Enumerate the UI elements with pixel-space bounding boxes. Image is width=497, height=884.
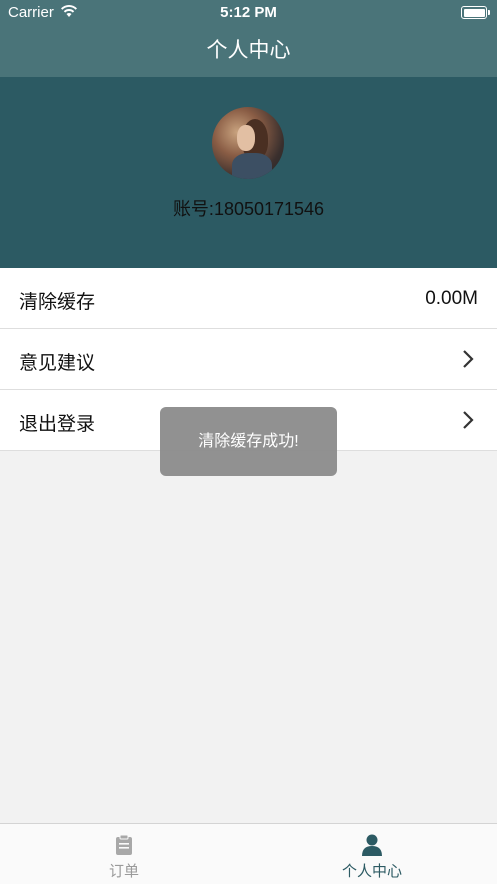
clear-cache-row[interactable]: 清除缓存 0.00M xyxy=(0,268,497,329)
clipboard-icon xyxy=(114,834,134,856)
chevron-right-icon xyxy=(461,410,475,430)
toast-message: 清除缓存成功! xyxy=(160,407,337,476)
nav-bar: 个人中心 xyxy=(0,26,497,77)
chevron-right-icon xyxy=(461,349,475,369)
tab-profile-label: 个人中心 xyxy=(341,863,402,880)
avatar[interactable] xyxy=(212,107,284,179)
feedback-label: 意见建议 xyxy=(19,353,96,374)
tab-orders-label: 订单 xyxy=(108,863,139,880)
clear-cache-label: 清除缓存 xyxy=(19,292,96,313)
cache-size-value: 0.00M xyxy=(425,288,478,309)
tab-bar: 订单 个人中心 xyxy=(0,823,497,884)
profile-header: 账号:18050171546 xyxy=(0,77,497,268)
battery-icon xyxy=(461,6,490,19)
account-number: 账号:18050171546 xyxy=(172,199,325,219)
person-icon xyxy=(362,834,382,856)
status-time: 5:12 PM xyxy=(220,4,277,21)
feedback-row[interactable]: 意见建议 xyxy=(0,329,497,390)
tab-orders[interactable]: 订单 xyxy=(0,824,248,884)
tab-profile[interactable]: 个人中心 xyxy=(248,824,496,884)
page-title: 个人中心 xyxy=(206,39,291,62)
logout-label: 退出登录 xyxy=(19,414,96,435)
status-bar: Carrier 5:12 PM xyxy=(0,0,497,26)
